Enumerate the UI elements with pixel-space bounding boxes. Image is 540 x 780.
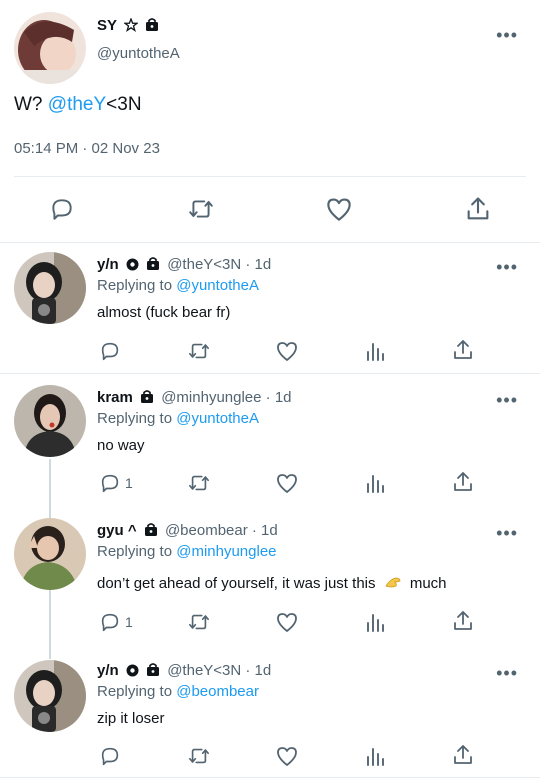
- replying-to: Replying to @yuntotheA: [97, 277, 259, 294]
- avatar-kram[interactable]: [14, 385, 86, 457]
- handle[interactable]: @yuntotheA: [97, 45, 180, 62]
- handle-time[interactable]: @minhyunglee · 1d: [161, 389, 291, 406]
- lock-icon: [146, 256, 160, 275]
- reply-text: zip it loser: [97, 710, 165, 727]
- retweet-icon[interactable]: [186, 611, 212, 633]
- reply-icon[interactable]: [98, 472, 122, 494]
- replying-to: Replying to @minhyunglee: [97, 543, 277, 560]
- replying-to-link[interactable]: @yuntotheA: [176, 410, 259, 427]
- views-icon[interactable]: [364, 745, 386, 767]
- share-icon[interactable]: [451, 470, 475, 494]
- like-icon[interactable]: [324, 196, 354, 222]
- reply-icon[interactable]: [98, 745, 122, 767]
- views-icon[interactable]: [364, 611, 386, 633]
- mention-link[interactable]: @theY: [48, 94, 106, 115]
- replying-to-link[interactable]: @minhyunglee: [176, 543, 276, 560]
- reply-text: don’t get ahead of yourself, it was just…: [97, 575, 447, 594]
- handle-time[interactable]: @theY<3N · 1d: [167, 256, 271, 273]
- avatar-yn[interactable]: [14, 252, 86, 324]
- share-icon[interactable]: [451, 743, 475, 767]
- lock-icon: [146, 662, 160, 681]
- reply-text: almost (fuck bear fr): [97, 304, 231, 321]
- star-icon: [123, 17, 140, 36]
- reply-icon[interactable]: [98, 611, 122, 633]
- replying-prefix: Replying to: [97, 543, 177, 560]
- handle-time[interactable]: @beombear · 1d: [165, 522, 278, 539]
- reply-text-main: don’t get ahead of yourself, it was just…: [97, 575, 376, 592]
- more-options-button[interactable]: •••: [496, 258, 518, 276]
- share-icon[interactable]: [451, 609, 475, 633]
- reply-count: 1: [125, 614, 133, 630]
- retweet-icon[interactable]: [186, 472, 212, 494]
- tweet-text-prefix: W?: [14, 94, 48, 115]
- lock-icon: [140, 389, 154, 408]
- reply-count: 1: [125, 475, 133, 491]
- replying-prefix: Replying to: [97, 277, 177, 294]
- more-options-button[interactable]: •••: [496, 524, 518, 542]
- display-name[interactable]: gyu ^: [97, 522, 137, 539]
- reply-text-after: much: [409, 575, 447, 592]
- replying-to-link[interactable]: @beombear: [176, 683, 259, 700]
- display-name[interactable]: SY: [97, 17, 117, 34]
- timestamp[interactable]: 05:14 PM · 02 Nov 23: [14, 140, 160, 157]
- reply-icon[interactable]: [98, 340, 122, 362]
- lock-icon: [145, 17, 159, 36]
- tweet-text-suffix: <3N: [106, 94, 142, 115]
- lock-icon: [144, 522, 158, 541]
- replying-prefix: Replying to: [97, 683, 177, 700]
- views-icon[interactable]: [364, 340, 386, 362]
- replying-to-link[interactable]: @yuntotheA: [176, 277, 259, 294]
- display-name[interactable]: y/n: [97, 256, 119, 273]
- retweet-icon[interactable]: [186, 745, 212, 767]
- reply-text: no way: [97, 437, 145, 454]
- retweet-icon[interactable]: [186, 196, 216, 222]
- more-options-button[interactable]: •••: [496, 26, 518, 44]
- more-options-button[interactable]: •••: [496, 664, 518, 682]
- reply-icon[interactable]: [48, 196, 76, 222]
- handle-time[interactable]: @theY<3N · 1d: [167, 662, 271, 679]
- views-icon[interactable]: [364, 472, 386, 494]
- retweet-icon[interactable]: [186, 340, 212, 362]
- tweet-text: W? @theY<3N: [14, 94, 142, 116]
- replying-prefix: Replying to: [97, 410, 177, 427]
- display-name[interactable]: kram: [97, 389, 133, 406]
- share-icon[interactable]: [451, 338, 475, 362]
- pinch-hand-emoji: [384, 576, 402, 594]
- more-options-button[interactable]: •••: [496, 391, 518, 409]
- like-icon[interactable]: [275, 745, 299, 767]
- like-icon[interactable]: [275, 472, 299, 494]
- replying-to: Replying to @beombear: [97, 683, 259, 700]
- gear-badge-icon: [126, 664, 139, 681]
- avatar-sy[interactable]: [14, 12, 86, 84]
- gear-badge-icon: [126, 258, 139, 275]
- share-icon[interactable]: [464, 195, 492, 223]
- like-icon[interactable]: [275, 340, 299, 362]
- replying-to: Replying to @yuntotheA: [97, 410, 259, 427]
- like-icon[interactable]: [275, 611, 299, 633]
- avatar-gyu[interactable]: [14, 518, 86, 590]
- avatar-yn[interactable]: [14, 660, 86, 732]
- display-name[interactable]: y/n: [97, 662, 119, 679]
